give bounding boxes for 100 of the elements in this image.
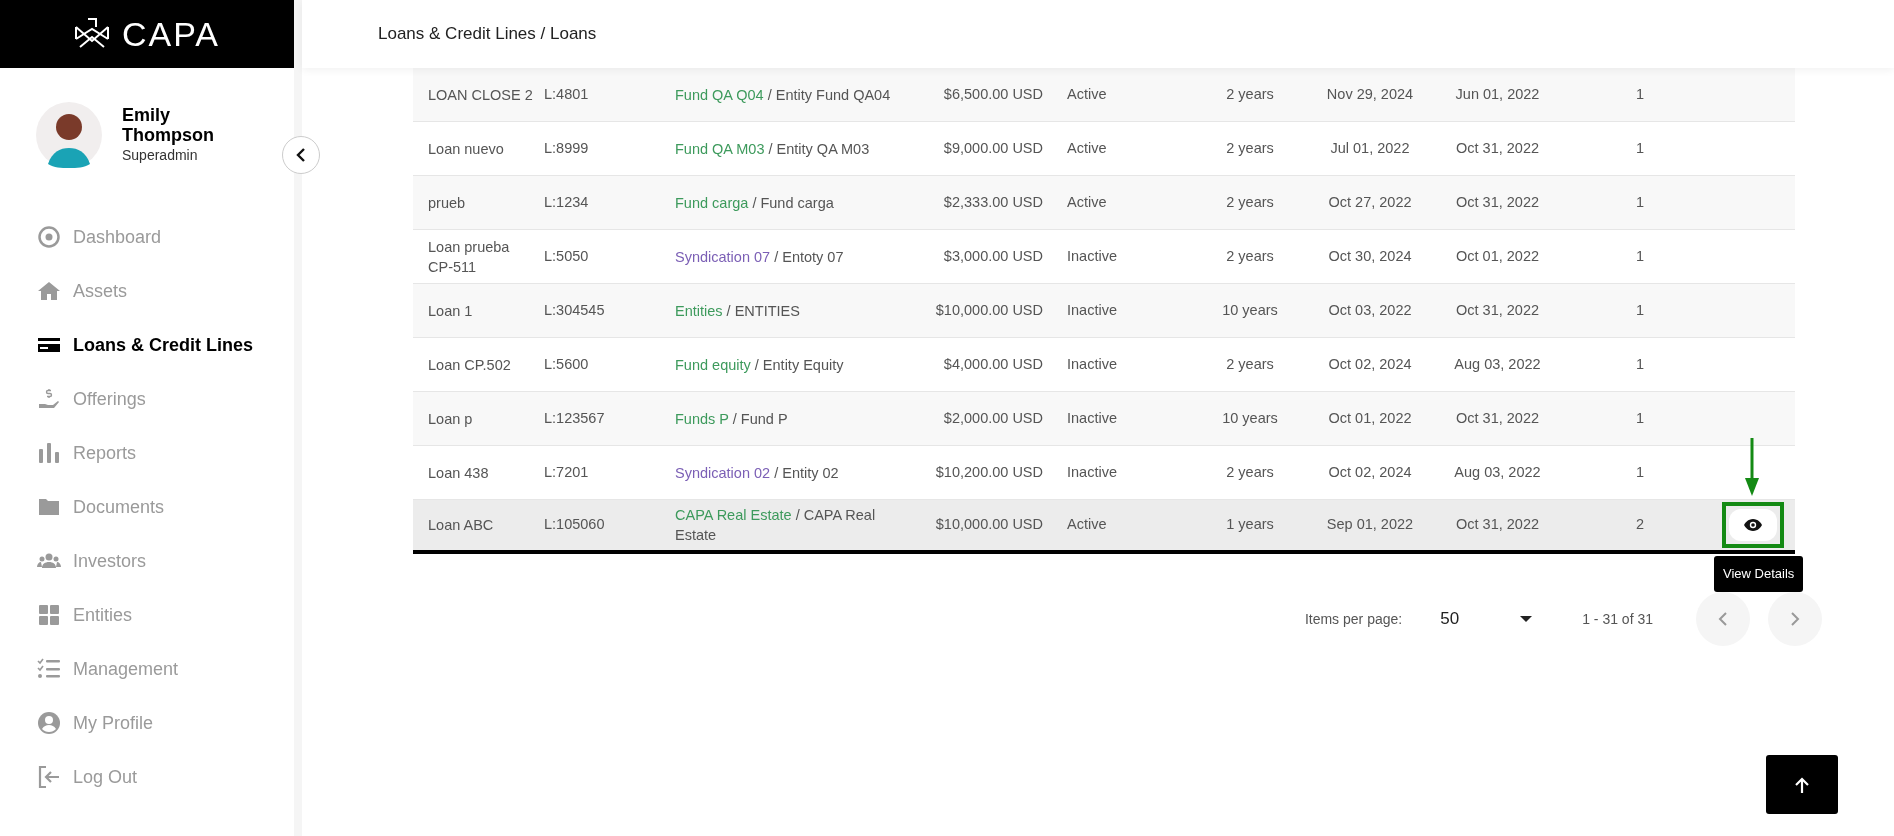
table-cell-text: 2 years bbox=[1225, 246, 1275, 266]
checklist-icon bbox=[37, 657, 61, 681]
home-icon bbox=[37, 279, 61, 303]
table-cell-text: $2,333.00 USD bbox=[942, 192, 1044, 212]
table-row[interactable]: Loan 1 L:304545 Entities / ENTITIES $10,000.00 USD Inactive 10 years Oct 03, 2022 Oct 31, 2022 1 bbox=[413, 284, 1795, 338]
fund-link[interactable]: Fund carga bbox=[675, 194, 749, 211]
table-cell-text: $10,200.00 USD bbox=[934, 462, 1044, 482]
table-cell-text: prueb bbox=[427, 193, 467, 213]
sidebar-item[interactable]: Reports bbox=[37, 426, 294, 480]
fund-link[interactable]: Fund QA M03 bbox=[675, 140, 765, 157]
table-cell-text: Oct 31, 2022 bbox=[1455, 300, 1540, 320]
table-cell-text: $3,000.00 USD bbox=[942, 246, 1044, 266]
table-cell-text: L:1234 bbox=[544, 192, 590, 212]
user-role: Superadmin bbox=[122, 145, 199, 165]
table-cell-text: 10 years bbox=[1221, 300, 1279, 320]
table-cell-text: L:123567 bbox=[544, 408, 606, 428]
table-cell-text: Jul 01, 2022 bbox=[1329, 138, 1411, 158]
table-cell-text: Inactive bbox=[1066, 246, 1118, 266]
table-cell-text: Loan 438 bbox=[427, 463, 490, 483]
table-cell-text: 1 bbox=[1634, 354, 1646, 374]
table-cell-text: Aug 03, 2022 bbox=[1453, 354, 1542, 374]
sidebar-item[interactable]: Investors bbox=[37, 534, 294, 588]
scroll-top-button[interactable] bbox=[1766, 755, 1838, 814]
table-cell-text: 1 bbox=[1634, 462, 1646, 482]
table-cell-text: Oct 03, 2022 bbox=[1327, 300, 1413, 320]
table-cell-text: $9,000.00 USD bbox=[942, 138, 1044, 158]
table-cell-text: Active bbox=[1066, 138, 1108, 158]
table-cell-text: Jun 01, 2022 bbox=[1454, 84, 1541, 104]
chevron-left-icon bbox=[1718, 611, 1728, 627]
table-cell-text: 2 years bbox=[1225, 138, 1275, 158]
table-cell-text: Fund equity / Entity Equity bbox=[675, 355, 845, 375]
table-cell-text: Inactive bbox=[1066, 462, 1118, 482]
table-cell-text: Loan prueba CP-511 bbox=[427, 237, 511, 277]
chevron-right-icon bbox=[1790, 611, 1800, 627]
table-cell-text: Nov 29, 2024 bbox=[1325, 84, 1415, 104]
bar-chart-icon bbox=[37, 441, 61, 465]
table-row[interactable]: prueb L:1234 Fund carga / Fund carga $2,333.00 USD Active 2 years Oct 27, 2022 Oct 31, 2022 1 bbox=[413, 176, 1795, 230]
table-cell-text: Fund QA Q04 / Entity Fund QA04 bbox=[675, 85, 892, 105]
table-cell-text: 1 bbox=[1634, 84, 1646, 104]
table-cell-text: 1 bbox=[1634, 300, 1646, 320]
table-cell-text: Oct 01, 2022 bbox=[1455, 246, 1540, 266]
table-cell-text: $2,000.00 USD bbox=[942, 408, 1044, 428]
table-cell-text: Fund carga / Fund carga bbox=[675, 193, 835, 213]
fund-link[interactable]: Syndication 07 bbox=[675, 248, 771, 265]
sidebar-item[interactable]: Entities bbox=[37, 588, 294, 642]
table-cell-text: Entities / ENTITIES bbox=[675, 301, 801, 321]
sidebar-item[interactable]: Offerings bbox=[37, 372, 294, 426]
table-cell-text: Inactive bbox=[1066, 300, 1118, 320]
table-cell-text: L:304545 bbox=[544, 300, 606, 320]
items-per-page-label: Items per page: bbox=[1304, 609, 1403, 629]
table-cell-text: L:4801 bbox=[544, 84, 590, 104]
table-cell-text: Syndication 02 / Entity 02 bbox=[675, 463, 840, 483]
table-cell-text: Inactive bbox=[1066, 354, 1118, 374]
table-cell-text: Active bbox=[1066, 192, 1108, 212]
page-size-select[interactable]: 50 bbox=[1440, 606, 1533, 632]
collapse-button[interactable] bbox=[282, 136, 320, 174]
view-button[interactable] bbox=[1728, 509, 1777, 541]
table-cell-text: $10,000.00 USD bbox=[934, 515, 1044, 535]
sidebar-item[interactable]: Dashboard bbox=[37, 210, 294, 264]
fund-link[interactable]: Fund equity bbox=[675, 356, 751, 373]
table-cell-text: 2 years bbox=[1225, 354, 1275, 374]
table-cell-text: 2 years bbox=[1225, 192, 1275, 212]
table-cell-text: L:5050 bbox=[544, 246, 590, 266]
page-range: 1 - 31 of 31 bbox=[1582, 609, 1653, 629]
table-cell-text: LOAN CLOSE 2 bbox=[427, 85, 534, 105]
table-cell-text: Oct 30, 2024 bbox=[1327, 246, 1413, 266]
fund-link[interactable]: Syndication 02 bbox=[675, 464, 771, 481]
table-cell-text: Aug 03, 2022 bbox=[1453, 462, 1542, 482]
sidebar-item[interactable]: Loans & Credit Lines bbox=[37, 318, 294, 372]
sidebar-item[interactable]: Assets bbox=[37, 264, 294, 318]
table-cell-text: Loan ABC bbox=[427, 516, 495, 535]
table-cell-text: Inactive bbox=[1066, 408, 1118, 428]
sidebar-item[interactable]: Documents bbox=[37, 480, 294, 534]
table-cell-text: CAPA Real Estate / CAPA Real Estate bbox=[675, 506, 877, 545]
sidebar-item[interactable]: My Profile bbox=[37, 696, 294, 750]
logo-mark-icon bbox=[73, 17, 110, 51]
eye-icon bbox=[1742, 518, 1763, 532]
fund-link[interactable]: Entities bbox=[675, 302, 723, 319]
table-cell-text: 1 bbox=[1634, 408, 1646, 428]
fund-link[interactable]: Funds P bbox=[675, 410, 729, 427]
table-cell-text: Fund QA M03 / Entity QA M03 bbox=[675, 139, 871, 159]
table-row[interactable]: Loan p L:123567 Funds P / Fund P $2,000.00 USD Inactive 10 years Oct 01, 2022 Oct 31, 2022 1 bbox=[413, 392, 1795, 446]
table-cell-text: $4,000.00 USD bbox=[942, 354, 1044, 374]
sidebar-item[interactable]: Log Out bbox=[37, 750, 294, 804]
table-cell-text: 2 years bbox=[1225, 84, 1275, 104]
fund-link[interactable]: CAPA Real Estate bbox=[675, 507, 792, 523]
table-cell-text: Funds P / Fund P bbox=[675, 409, 789, 429]
table-cell-text: Loan p bbox=[427, 409, 474, 429]
table-cell-text: Oct 31, 2022 bbox=[1455, 408, 1540, 428]
table-cell-text: 2 bbox=[1634, 515, 1646, 535]
annotation-arrow bbox=[1744, 438, 1760, 496]
chevron-left-icon bbox=[295, 148, 307, 162]
table-row[interactable]: LOAN CLOSE 2 L:4801 Fund QA Q04 / Entity Fund QA04 $6,500.00 USD Active 2 years Nov 29, 2024 Jun 01, 2022 1 bbox=[413, 68, 1795, 122]
arrow-up-icon bbox=[1795, 776, 1809, 793]
table-cell-text: Loan CP.502 bbox=[427, 355, 512, 375]
table-cell-text: Syndication 07 / Entoty 07 bbox=[675, 247, 845, 267]
sidebar-item[interactable]: Management bbox=[37, 642, 294, 696]
table-cell-text: Oct 31, 2022 bbox=[1455, 515, 1540, 535]
fund-link[interactable]: Fund QA Q04 bbox=[675, 86, 764, 103]
table-cell-text: Loan 1 bbox=[427, 301, 474, 321]
